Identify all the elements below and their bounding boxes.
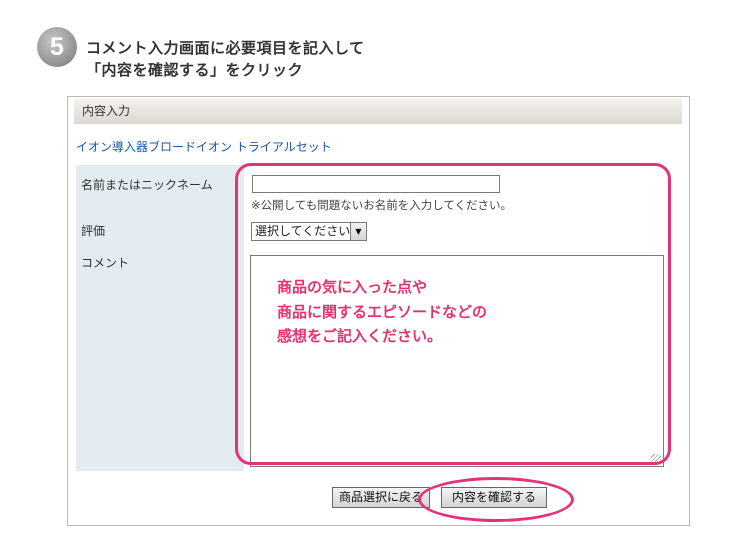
step-title: コメント入力画面に必要項目を記入して 「内容を確認する」をクリック (86, 37, 365, 81)
label-column (76, 165, 244, 471)
rating-select[interactable]: 選択してください ▼ (251, 222, 367, 241)
name-label: 名前またはニックネーム (81, 178, 213, 192)
annotation-line-3: 感想をご記入ください。 (277, 327, 443, 345)
back-to-product-button[interactable]: 商品選択に戻る (332, 487, 430, 508)
annotation-line-1: 商品の気に入った点や (277, 278, 428, 296)
chevron-down-icon[interactable]: ▼ (350, 223, 366, 240)
rating-selected-value: 選択してください (255, 224, 351, 238)
step-title-line-1: コメント入力画面に必要項目を記入して (86, 39, 365, 57)
annotation-line-2: 商品に関するエピソードなどの (277, 302, 488, 321)
product-link[interactable]: イオン導入器ブロードイオン トライアルセット (76, 138, 332, 155)
resize-grip-icon[interactable] (651, 454, 661, 464)
comment-annotation: 商品の気に入った点や 商品に関するエピソードなどの 感想をご記入ください。 (277, 275, 487, 349)
rating-label: 評価 (81, 224, 106, 238)
step-title-line-2: 「内容を確認する」をクリック (86, 61, 304, 79)
step-number-badge: 5 (37, 27, 77, 67)
form-header: 内容入力 (74, 99, 682, 124)
name-note: ※公開しても問題ないお名前を入力してください。 (251, 198, 513, 212)
comment-label: コメント (81, 256, 130, 270)
name-input[interactable] (252, 175, 500, 193)
review-form: 内容入力 イオン導入器ブロードイオン トライアルセット 名前またはニックネーム … (67, 96, 690, 526)
confirm-content-button[interactable]: 内容を確認する (441, 487, 547, 508)
